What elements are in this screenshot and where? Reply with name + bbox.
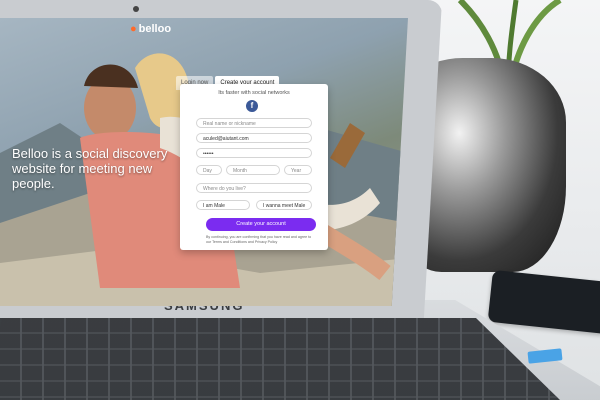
social-subtitle: Its faster with social networks <box>218 90 290 96</box>
birth-day-select[interactable]: Day <box>196 165 222 175</box>
looking-for-select[interactable]: I wanna meet Male <box>256 200 312 210</box>
keyboard-rows <box>0 318 560 400</box>
email-field[interactable]: aculed@aiutant.com <box>196 133 312 143</box>
create-account-button[interactable]: Create your account <box>206 218 316 231</box>
webcam <box>133 6 139 12</box>
laptop-screen: ● belloo Belloo is a social discovery web… <box>0 18 408 306</box>
terms-text: By continuing, you are confirming that y… <box>206 235 312 244</box>
hero-tagline: Belloo is a social discovery website for… <box>12 146 168 191</box>
site-logo[interactable]: ● belloo <box>130 23 171 35</box>
facebook-icon[interactable]: f <box>246 100 258 112</box>
logo-mark-icon: ● <box>130 23 137 35</box>
name-field[interactable]: Real name or nickname <box>196 118 312 128</box>
smartphone <box>487 269 600 335</box>
photo-scene: SAMSUNG ●belloo Belloo is a social disco… <box>0 0 600 400</box>
password-field[interactable]: •••••• <box>196 148 312 158</box>
gender-select[interactable]: I am Male <box>196 200 250 210</box>
signup-card: Its faster with social networks f Real n… <box>180 84 328 250</box>
location-field[interactable]: Where do you live? <box>196 183 312 193</box>
birth-year-select[interactable]: Year <box>284 165 312 175</box>
birth-month-select[interactable]: Month <box>226 165 280 175</box>
